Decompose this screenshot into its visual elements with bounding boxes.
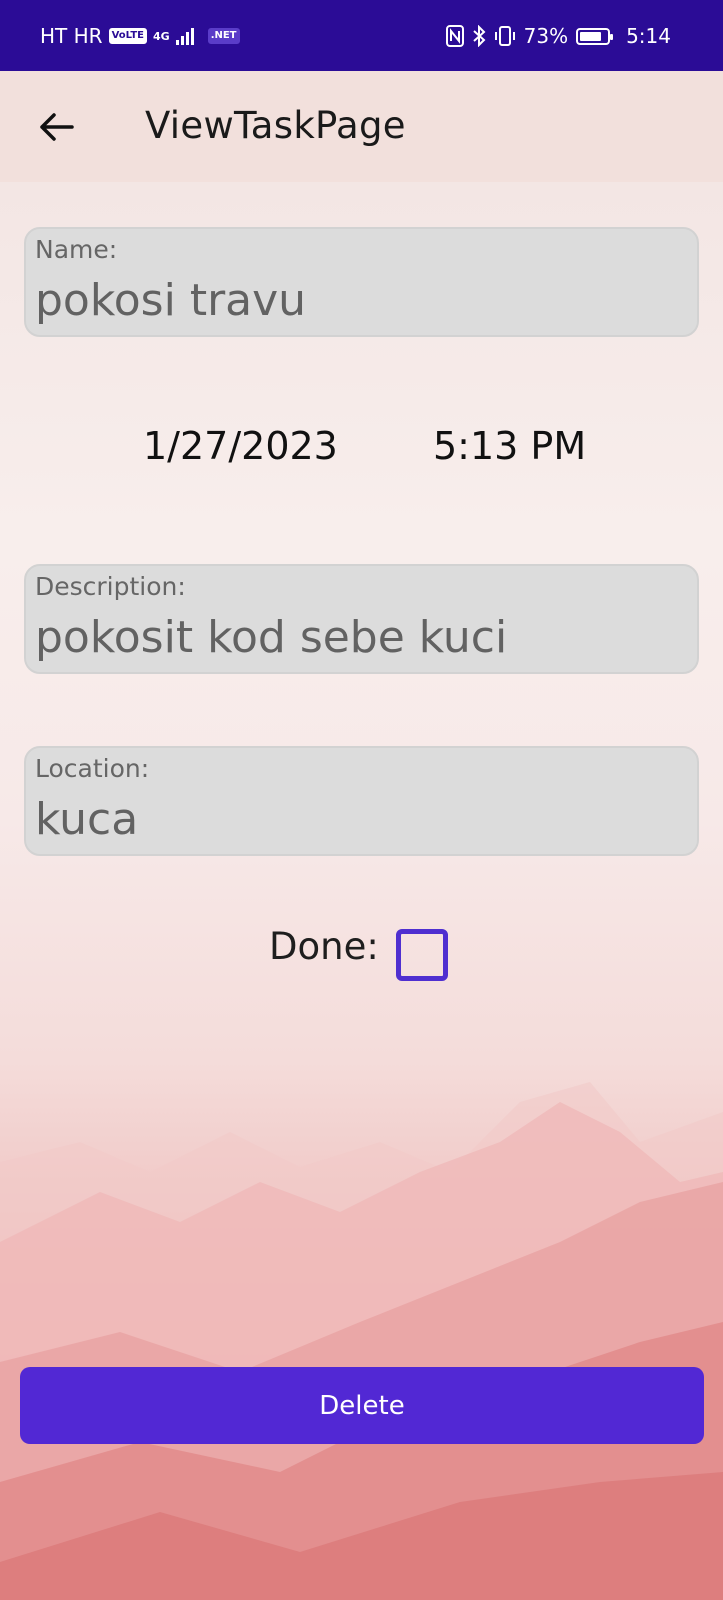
volte-badge: VoLTE (108, 28, 147, 44)
clock: 5:14 (626, 24, 671, 48)
nfc-icon (445, 25, 464, 47)
time-picker[interactable]: 5:13 PM (433, 424, 586, 468)
vibrate-icon (494, 26, 515, 46)
description-label: Description: (35, 572, 186, 601)
carrier-name: HT HR (40, 24, 103, 48)
done-label: Done: (269, 925, 379, 968)
description-value[interactable]: pokosit kod sebe kuci (35, 612, 507, 663)
description-field[interactable]: Description: pokosit kod sebe kuci (24, 564, 699, 674)
network-type: 4G (153, 29, 170, 43)
signal-icon (175, 27, 194, 45)
arrow-left-icon (40, 113, 74, 141)
status-bar: HT HR VoLTE 4G .NET 73% 5:14 (0, 0, 723, 71)
location-field[interactable]: Location: kuca (24, 746, 699, 856)
location-label: Location: (35, 754, 150, 783)
delete-button[interactable]: Delete (20, 1367, 704, 1444)
status-bar-left: HT HR VoLTE 4G .NET (40, 24, 240, 48)
name-field[interactable]: Name: pokosi travu (24, 227, 699, 337)
net-badge: .NET (207, 28, 240, 44)
date-picker[interactable]: 1/27/2023 (143, 424, 338, 468)
name-value[interactable]: pokosi travu (35, 275, 306, 326)
page-title: ViewTaskPage (145, 104, 406, 147)
battery-icon (576, 27, 614, 45)
bluetooth-icon (472, 25, 486, 47)
done-checkbox[interactable] (396, 929, 448, 981)
location-value[interactable]: kuca (35, 794, 138, 845)
name-label: Name: (35, 235, 118, 264)
app-bar: ViewTaskPage (0, 71, 723, 182)
status-bar-right: 73% 5:14 (445, 24, 671, 48)
back-button[interactable] (36, 107, 76, 147)
battery-percent: 73% (523, 24, 569, 48)
